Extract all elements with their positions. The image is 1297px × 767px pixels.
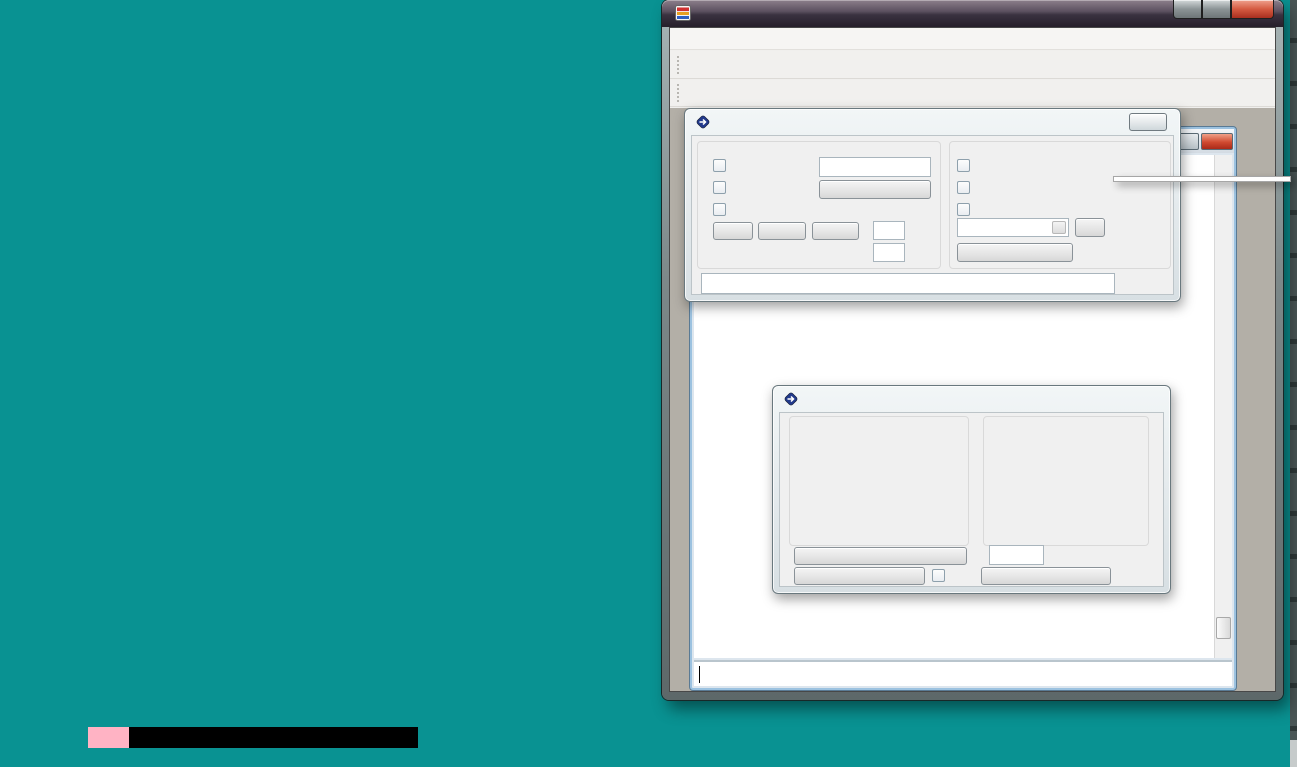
- search-enabled-checkbox[interactable]: [957, 181, 970, 194]
- scrollbar-thumb[interactable]: [1216, 617, 1231, 639]
- servers-only-row: [957, 203, 976, 216]
- timers-button[interactable]: [957, 243, 1073, 262]
- hsl-groupbox: [983, 416, 1149, 546]
- screen-edge-window-sliver: [1290, 0, 1297, 767]
- list-trigger-row: [957, 159, 976, 172]
- hue-dialog-titlebar[interactable]: [773, 386, 1170, 412]
- desktop: [0, 0, 1297, 767]
- color-name-bar: [129, 727, 418, 748]
- server-ads-row: [713, 181, 732, 194]
- maximize-button[interactable]: [1202, 0, 1231, 19]
- hue-palett-dialog: [772, 385, 1171, 594]
- server-folder-path-field[interactable]: [819, 157, 931, 177]
- server-lists-checkbox[interactable]: [713, 159, 726, 172]
- thumb-size-field[interactable]: [989, 545, 1044, 565]
- search-enabled-row: [957, 181, 976, 194]
- draw-palett-button[interactable]: [794, 567, 925, 585]
- toolbar-grip[interactable]: [677, 56, 680, 74]
- combo-dropdown-icon[interactable]: [1052, 221, 1066, 234]
- list-trigger-checkbox[interactable]: [957, 159, 970, 172]
- close-button[interactable]: [1231, 0, 1274, 19]
- mirc-app-icon: [675, 5, 691, 21]
- hsv-checkbox[interactable]: [932, 569, 945, 582]
- del-button[interactable]: [1075, 218, 1105, 237]
- server-combobox[interactable]: [957, 218, 1069, 237]
- toolbar: [670, 51, 1275, 79]
- send-q-button[interactable]: [758, 222, 806, 240]
- switchbar-grip[interactable]: [677, 84, 680, 102]
- hsv-groupbox: [789, 416, 969, 546]
- server-ads-checkbox[interactable]: [713, 181, 726, 194]
- hsv-checkbox-row: [932, 569, 951, 582]
- dialog-icon: [783, 391, 799, 407]
- scroll-down-icon[interactable]: [1215, 642, 1232, 658]
- context-menu: [1113, 176, 1291, 182]
- caption-buttons: [1173, 0, 1274, 19]
- picked-color-swatch: [88, 727, 129, 748]
- servers-only-checkbox[interactable]: [957, 203, 970, 216]
- serve-folder-button[interactable]: [819, 180, 931, 199]
- switchbar: [670, 80, 1275, 107]
- minimize-button[interactable]: [1173, 0, 1202, 19]
- maxq-value-field[interactable]: [873, 243, 905, 262]
- text-caret: [699, 666, 700, 683]
- halt-q-button[interactable]: [812, 222, 859, 240]
- server-dialog: [684, 108, 1181, 302]
- title-bar[interactable]: [662, 0, 1283, 27]
- all-colored-text-row: [713, 203, 732, 216]
- q-value-field[interactable]: [873, 221, 905, 240]
- create-palett-button[interactable]: [794, 547, 967, 565]
- dialog-icon: [695, 114, 711, 130]
- channel-scrollbar[interactable]: [1214, 155, 1232, 658]
- extensions-field[interactable]: [701, 273, 1115, 294]
- channel-input-box[interactable]: [694, 660, 1232, 686]
- all-colored-text-checkbox[interactable]: [713, 203, 726, 216]
- server-dialog-titlebar[interactable]: [685, 109, 1180, 135]
- menu-bar: [670, 28, 1275, 50]
- server-lists-row: [713, 159, 732, 172]
- server-dialog-close-button[interactable]: [1129, 113, 1167, 131]
- del-q-button[interactable]: [713, 222, 753, 240]
- defaults-button[interactable]: [981, 567, 1111, 585]
- channel-close-button[interactable]: [1201, 133, 1233, 150]
- scroll-up-icon[interactable]: [1215, 155, 1232, 171]
